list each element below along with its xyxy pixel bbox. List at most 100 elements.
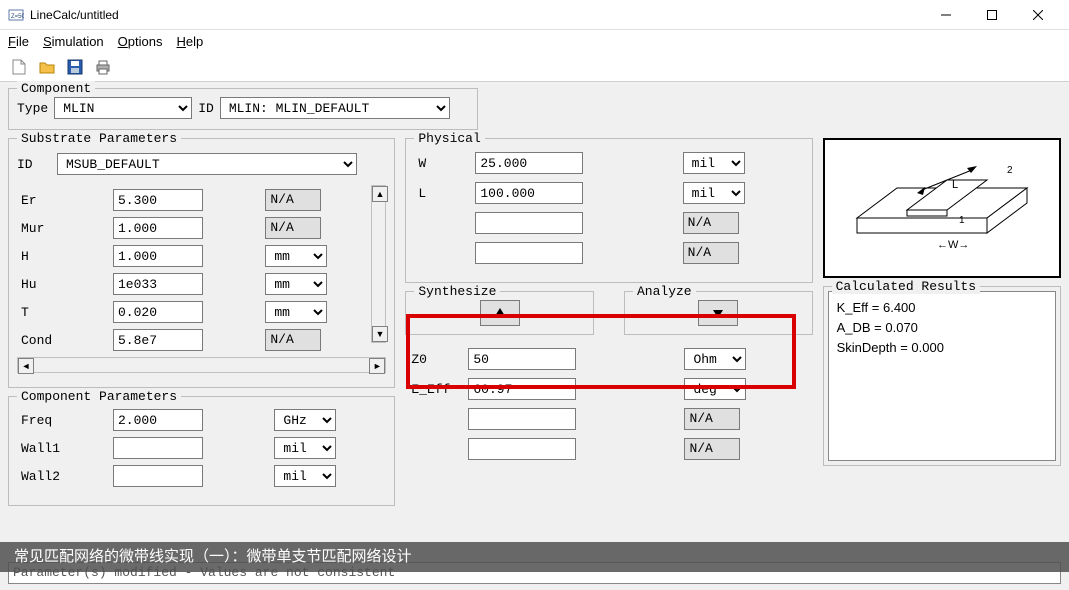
t-unit[interactable]: mm <box>265 301 327 323</box>
maximize-button[interactable] <box>969 0 1015 30</box>
eeff-input[interactable] <box>468 378 576 400</box>
minimize-button[interactable] <box>923 0 969 30</box>
h-input[interactable] <box>113 245 203 267</box>
scrollbar-vertical[interactable]: ▲ ▼ <box>371 185 386 343</box>
substrate-id-label: ID <box>17 157 51 172</box>
caption-overlay: 常见匹配网络的微带线实现（一）：微带单支节匹配网络设计 <box>0 542 1069 572</box>
w-input[interactable] <box>475 152 583 174</box>
substrate-legend: Substrate Parameters <box>17 131 181 146</box>
microstrip-diagram: L 1 2 ←W→ <box>823 138 1061 278</box>
app-icon: Z=50 <box>8 7 24 23</box>
elec-row4-unit: N/A <box>684 438 740 460</box>
component-legend: Component <box>17 81 95 96</box>
type-label: Type <box>17 101 48 116</box>
phys-row4-unit: N/A <box>683 242 739 264</box>
toolbar <box>0 52 1069 82</box>
hu-unit[interactable]: mm <box>265 273 327 295</box>
menu-help[interactable]: Help <box>177 34 204 49</box>
results-fieldset: Calculated Results K_Eff = 6.400 A_DB = … <box>823 286 1061 466</box>
physical-legend: Physical <box>414 131 484 146</box>
scroll-up-icon[interactable]: ▲ <box>372 186 388 202</box>
h-unit[interactable]: mm <box>265 245 327 267</box>
table-row: Humm <box>19 271 369 297</box>
physical-table: Wmil Lmil N/A N/A <box>414 147 803 269</box>
new-icon[interactable] <box>8 56 30 78</box>
t-input[interactable] <box>113 301 203 323</box>
phys-row3-input <box>475 212 583 234</box>
table-row: E_Effdeg <box>409 375 808 403</box>
arrow-down-icon <box>711 306 725 320</box>
svg-text:1: 1 <box>959 215 965 226</box>
svg-text:L: L <box>952 179 958 191</box>
close-button[interactable] <box>1015 0 1061 30</box>
mur-input[interactable] <box>113 217 203 239</box>
component-params-legend: Component Parameters <box>17 389 181 404</box>
scroll-left-icon[interactable]: ◄ <box>18 358 34 374</box>
table-row: Wall1mil <box>19 435 384 461</box>
analyze-legend: Analyze <box>633 284 696 299</box>
component-fieldset: Component Type MLIN ID MLIN: MLIN_DEFAUL… <box>8 88 478 130</box>
arrow-up-icon <box>493 306 507 320</box>
menu-bar: File Simulation Options Help <box>0 30 1069 52</box>
elec-row4-input <box>468 438 576 460</box>
open-icon[interactable] <box>36 56 58 78</box>
menu-simulation[interactable]: Simulation <box>43 34 104 49</box>
er-input[interactable] <box>113 189 203 211</box>
w-unit[interactable]: mil <box>683 152 745 174</box>
id-select[interactable]: MLIN: MLIN_DEFAULT <box>220 97 450 119</box>
elec-row3-unit: N/A <box>684 408 740 430</box>
l-unit[interactable]: mil <box>683 182 745 204</box>
print-icon[interactable] <box>92 56 114 78</box>
synthesize-button[interactable] <box>480 300 520 326</box>
table-row: N/A <box>416 209 801 237</box>
window-controls <box>923 0 1061 30</box>
wall2-unit[interactable]: mil <box>274 465 336 487</box>
synthesize-box: Synthesize <box>405 291 594 335</box>
results-box: K_Eff = 6.400 A_DB = 0.070 SkinDepth = 0… <box>828 291 1056 461</box>
freq-unit[interactable]: GHz <box>274 409 336 431</box>
electrical-area: Z0Ohm E_Effdeg N/A N/A <box>405 337 812 477</box>
table-row: Wmil <box>416 149 801 177</box>
table-row: Z0Ohm <box>409 345 808 373</box>
scroll-right-icon[interactable]: ► <box>369 358 385 374</box>
hu-input[interactable] <box>113 273 203 295</box>
phys-row4-input <box>475 242 583 264</box>
synthesize-legend: Synthesize <box>414 284 500 299</box>
svg-text:2: 2 <box>1007 165 1013 176</box>
menu-options[interactable]: Options <box>118 34 163 49</box>
scrollbar-horizontal[interactable]: ◄ ► <box>17 357 386 373</box>
table-row: MurN/A <box>19 215 369 241</box>
z0-unit[interactable]: Ohm <box>684 348 746 370</box>
cond-input[interactable] <box>113 329 203 351</box>
id-label: ID <box>198 101 214 116</box>
substrate-id-select[interactable]: MSUB_DEFAULT <box>57 153 357 175</box>
electrical-table: Z0Ohm E_Effdeg N/A N/A <box>407 343 810 465</box>
cond-unit: N/A <box>265 329 321 351</box>
analyze-box: Analyze <box>624 291 813 335</box>
wall1-input[interactable] <box>113 437 203 459</box>
z0-input[interactable] <box>468 348 576 370</box>
table-row: ErN/A <box>19 187 369 213</box>
l-input[interactable] <box>475 182 583 204</box>
table-row: N/A <box>409 435 808 463</box>
table-row: N/A <box>409 405 808 433</box>
substrate-table: ErN/A MurN/A Hmm Humm Tmm CondN/A <box>17 185 371 355</box>
phys-row3-unit: N/A <box>683 212 739 234</box>
result-line: A_DB = 0.070 <box>837 318 1047 338</box>
wall2-input[interactable] <box>113 465 203 487</box>
eeff-unit[interactable]: deg <box>684 378 746 400</box>
substrate-fieldset: Substrate Parameters ID MSUB_DEFAULT ErN… <box>8 138 395 388</box>
analyze-button[interactable] <box>698 300 738 326</box>
save-icon[interactable] <box>64 56 86 78</box>
wall1-unit[interactable]: mil <box>274 437 336 459</box>
type-select[interactable]: MLIN <box>54 97 192 119</box>
elec-row3-input <box>468 408 576 430</box>
freq-input[interactable] <box>113 409 203 431</box>
scroll-down-icon[interactable]: ▼ <box>372 326 388 342</box>
menu-file[interactable]: File <box>8 34 29 49</box>
window-title: LineCalc/untitled <box>30 8 923 22</box>
mur-unit: N/A <box>265 217 321 239</box>
table-row: Tmm <box>19 299 369 325</box>
title-bar: Z=50 LineCalc/untitled <box>0 0 1069 30</box>
result-line: K_Eff = 6.400 <box>837 298 1047 318</box>
